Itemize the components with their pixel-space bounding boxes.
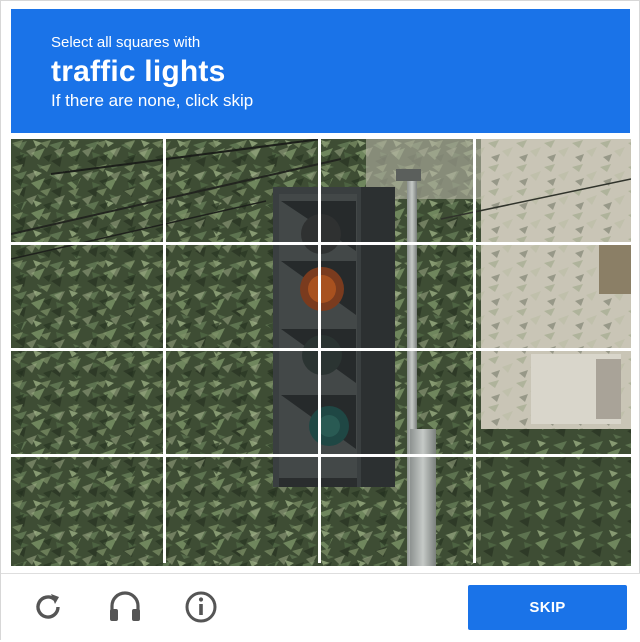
tile-r4-c3[interactable] <box>321 457 476 563</box>
tile-r4-c1[interactable] <box>11 457 166 563</box>
tile-r3-c3[interactable] <box>321 351 476 457</box>
image-grid <box>11 139 631 566</box>
tile-r3-c4[interactable] <box>476 351 631 457</box>
captcha-widget: Select all squares with traffic lights I… <box>0 0 640 642</box>
challenge-header: Select all squares with traffic lights I… <box>11 9 630 133</box>
skip-button[interactable]: SKIP <box>468 585 627 630</box>
tile-grid <box>11 139 631 566</box>
hint-text: If there are none, click skip <box>51 91 254 110</box>
tile-r1-c3[interactable] <box>321 139 476 245</box>
tile-r1-c2[interactable] <box>166 139 321 245</box>
tile-r3-c1[interactable] <box>11 351 166 457</box>
tile-r4-c2[interactable] <box>166 457 321 563</box>
headphones-icon[interactable] <box>106 588 144 626</box>
tile-r2-c4[interactable] <box>476 245 631 351</box>
tile-r2-c2[interactable] <box>166 245 321 351</box>
tile-r3-c2[interactable] <box>166 351 321 457</box>
challenge-footer: SKIP <box>1 573 640 642</box>
tile-r1-c4[interactable] <box>476 139 631 245</box>
tile-r2-c1[interactable] <box>11 245 166 351</box>
target-object-text: traffic lights <box>51 55 226 88</box>
info-icon[interactable] <box>182 588 220 626</box>
tile-r4-c4[interactable] <box>476 457 631 563</box>
reload-icon[interactable] <box>30 588 68 626</box>
tile-r2-c3[interactable] <box>321 245 476 351</box>
instruction-text: Select all squares with <box>51 34 201 51</box>
tile-r1-c1[interactable] <box>11 139 166 245</box>
